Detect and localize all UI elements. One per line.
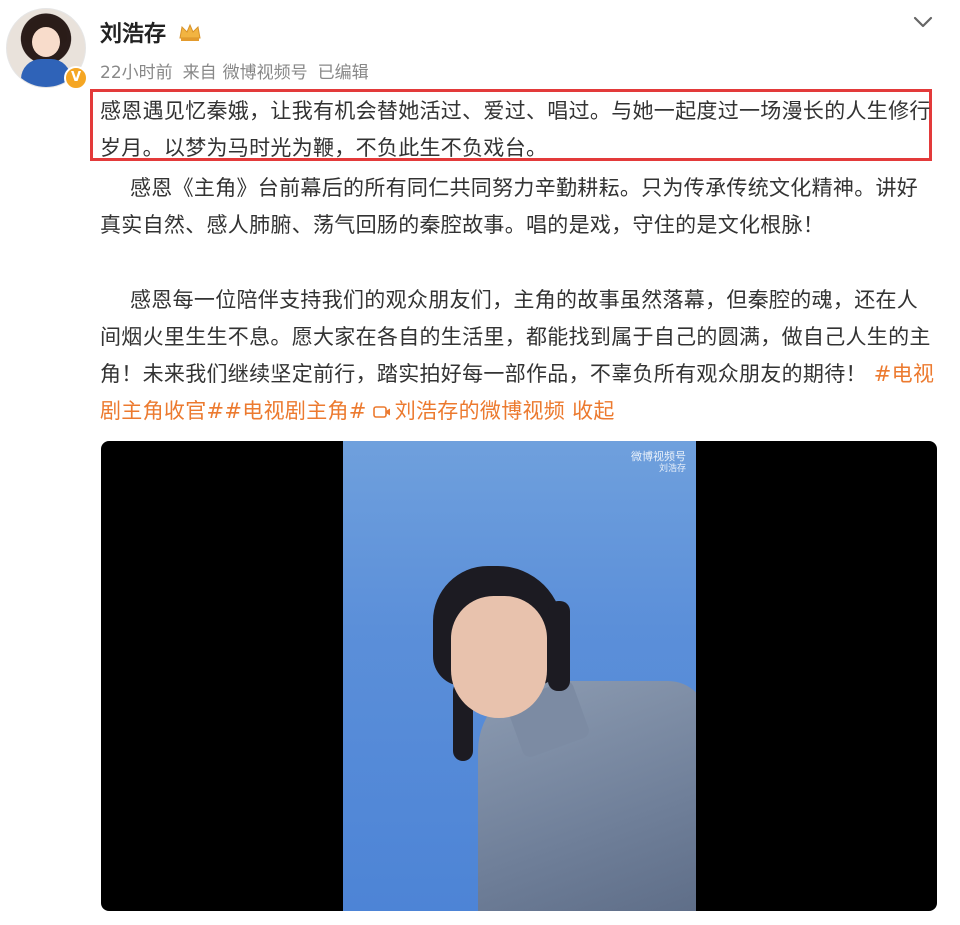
username[interactable]: 刘浩存	[100, 16, 166, 48]
video-link[interactable]: 刘浩存的微博视频	[395, 399, 565, 423]
post-meta: 22小时前 来自 微博视频号 已编辑	[100, 58, 379, 83]
post-time[interactable]: 22小时前	[100, 63, 173, 83]
video-icon	[372, 406, 390, 418]
paragraph-1: 感恩遇见忆秦娥，让我有机会替她活过、爱过、唱过。与她一起度过一场漫长的人生修行岁…	[100, 99, 931, 160]
verified-badge-icon: V	[64, 66, 88, 90]
person-face	[451, 596, 547, 718]
video-watermark: 微博视频号 刘浩存	[631, 451, 686, 475]
video-frame[interactable]: 微博视频号 刘浩存	[343, 441, 696, 911]
post-source[interactable]: 微博视频号	[223, 63, 308, 83]
collapse-link[interactable]: 收起	[572, 399, 615, 423]
avatar-shirt	[21, 59, 71, 87]
avatar-face	[32, 27, 60, 57]
crown-icon[interactable]	[178, 22, 202, 42]
paragraph-3: 感恩每一位陪伴支持我们的观众朋友们，主角的故事虽然落幕，但秦腔的魂，还在人间烟火…	[100, 282, 936, 430]
edited-label[interactable]: 已编辑	[318, 63, 369, 83]
chevron-down-icon[interactable]	[912, 14, 934, 30]
watermark-line-1: 微博视频号	[631, 450, 686, 463]
source-prefix: 来自	[182, 63, 217, 83]
paragraph-2-text: 感恩《主角》台前幕后的所有同仁共同努力辛勤耕耘。只为传承传统文化精神。讲好真实自…	[100, 176, 919, 237]
paragraph-2: 感恩《主角》台前幕后的所有同仁共同努力辛勤耕耘。只为传承传统文化精神。讲好真实自…	[100, 170, 936, 244]
hashtag-link-2[interactable]: #电视剧主角#	[224, 399, 366, 423]
paragraph-3-text: 感恩每一位陪伴支持我们的观众朋友们，主角的故事虽然落幕，但秦腔的魂，还在人间烟火…	[100, 288, 931, 386]
watermark-line-2: 刘浩存	[658, 464, 686, 474]
person-braid	[548, 601, 570, 691]
video-player[interactable]: 微博视频号 刘浩存	[101, 441, 937, 911]
